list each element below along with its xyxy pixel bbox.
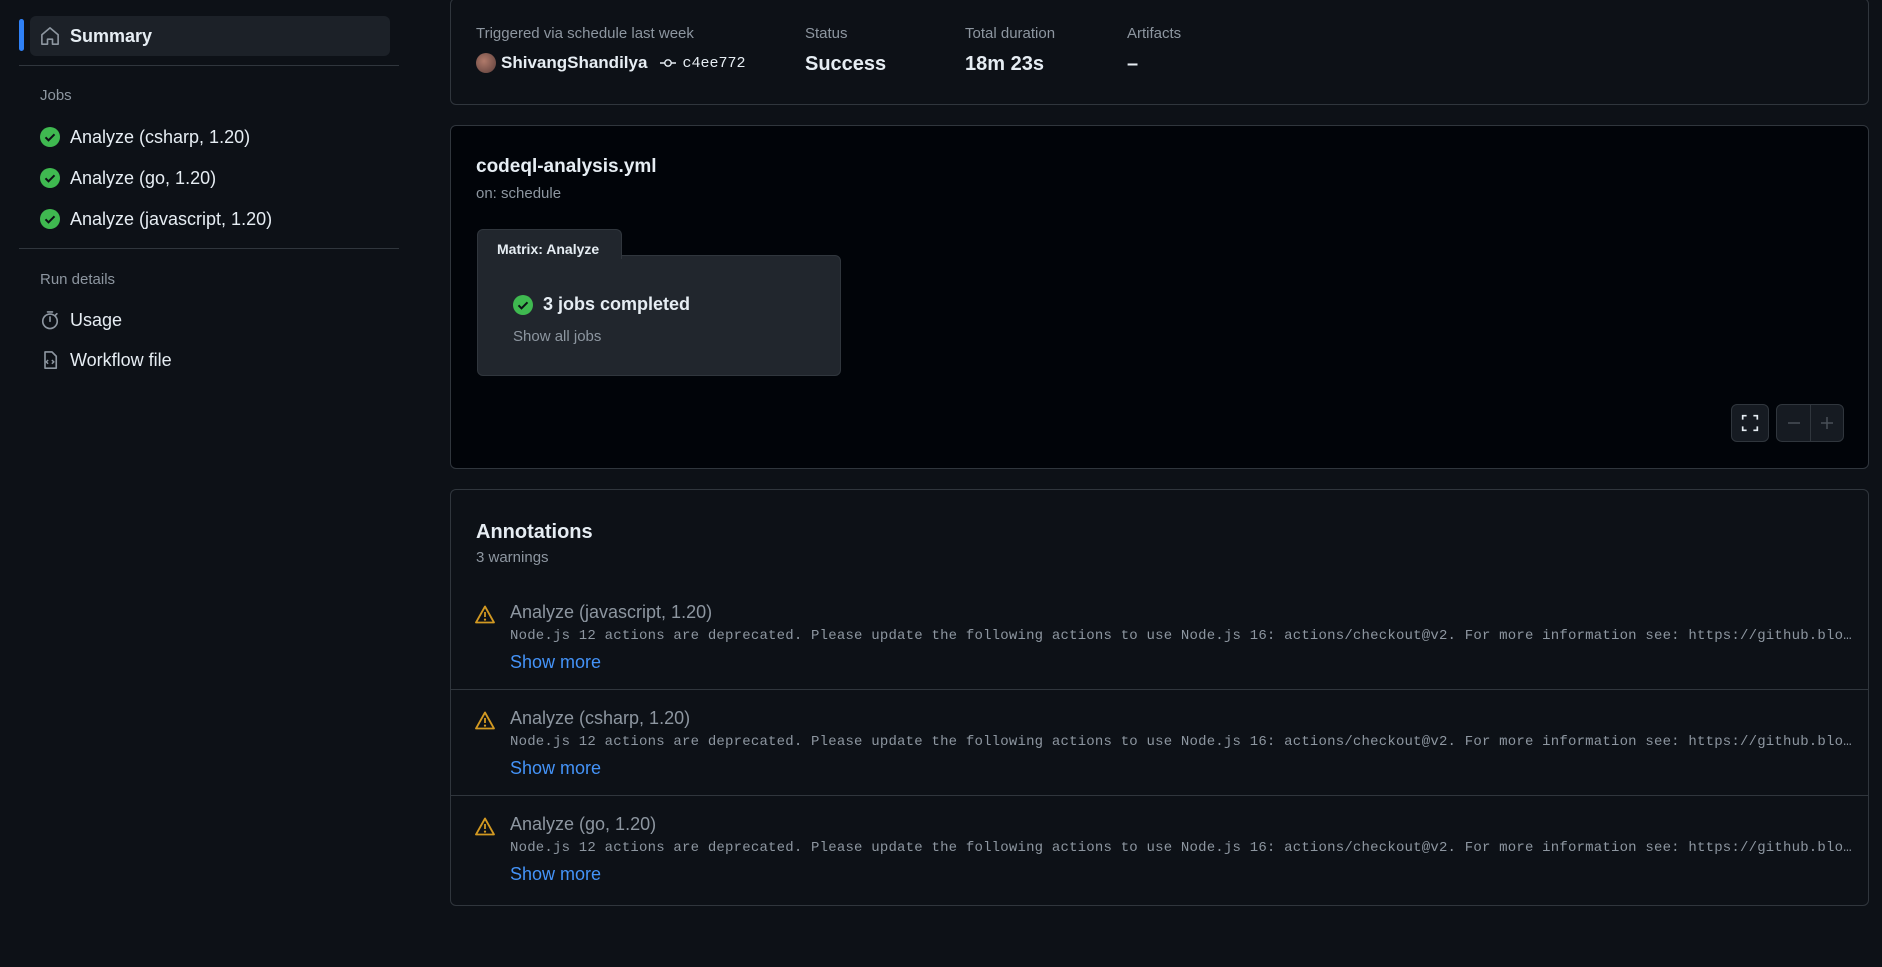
annotations-card: Annotations 3 warnings Analyze (javascri… — [450, 489, 1869, 906]
home-icon — [30, 26, 70, 46]
minus-icon — [1787, 422, 1800, 424]
divider — [19, 65, 399, 66]
show-more-link[interactable]: Show more — [510, 864, 601, 885]
artifacts-label: Artifacts — [1127, 25, 1182, 42]
annotation-job[interactable]: Analyze (csharp, 1.20) — [510, 708, 690, 729]
annotation-message: Node.js 12 actions are deprecated. Pleas… — [510, 734, 1858, 750]
fullscreen-button[interactable] — [1731, 404, 1769, 442]
sidebar: Summary Jobs Analyze (csharp, 1.20) Anal… — [0, 0, 400, 967]
divider — [19, 248, 399, 249]
workflow-file-name[interactable]: codeql-analysis.yml — [476, 156, 657, 178]
plus-icon — [1820, 417, 1833, 429]
alert-icon — [475, 817, 495, 841]
avatar[interactable] — [476, 53, 496, 73]
sidebar-item-label: Workflow file — [70, 349, 172, 370]
alert-icon — [475, 711, 495, 735]
zoom-out-button[interactable] — [1777, 415, 1810, 431]
fullscreen-icon — [1741, 414, 1759, 432]
check-circle-icon — [513, 294, 533, 315]
sidebar-item-workflow-file[interactable]: Workflow file — [30, 340, 390, 380]
status-label: Status — [805, 25, 848, 42]
annotations-count: 3 warnings — [476, 549, 549, 566]
annotation-item: Analyze (javascript, 1.20) Node.js 12 ac… — [451, 602, 1868, 708]
check-circle-icon — [30, 168, 70, 188]
matrix-tab[interactable]: Matrix: Analyze — [477, 229, 622, 259]
divider — [451, 689, 1868, 690]
git-commit-icon — [659, 56, 677, 70]
alert-icon — [475, 605, 495, 629]
artifacts-value: – — [1127, 53, 1139, 75]
annotation-job[interactable]: Analyze (go, 1.20) — [510, 814, 656, 835]
annotation-item: Analyze (csharp, 1.20) Node.js 12 action… — [451, 708, 1868, 814]
jobs-completed-row: 3 jobs completed — [513, 294, 690, 315]
workflow-trigger: on: schedule — [476, 185, 562, 202]
sidebar-item-label: Summary — [70, 25, 153, 46]
run-summary-card: Triggered via schedule last week Shivang… — [450, 0, 1869, 105]
zoom-controls — [1776, 404, 1844, 442]
jobs-heading: Jobs — [40, 87, 72, 104]
stopwatch-icon — [30, 310, 70, 330]
status-value: Success — [805, 53, 887, 75]
commit-sha[interactable]: c4ee772 — [682, 55, 745, 72]
actor-row: ShivangShandilya c4ee772 — [476, 53, 745, 73]
divider — [451, 795, 1868, 796]
sidebar-item-job-javascript[interactable]: Analyze (javascript, 1.20) — [30, 199, 390, 239]
sidebar-item-job-csharp[interactable]: Analyze (csharp, 1.20) — [30, 117, 390, 157]
show-more-link[interactable]: Show more — [510, 758, 601, 779]
show-all-jobs-link[interactable]: Show all jobs — [513, 328, 601, 345]
sidebar-item-label: Analyze (javascript, 1.20) — [70, 208, 273, 229]
actor-link[interactable]: ShivangShandilya — [501, 53, 647, 73]
zoom-in-button[interactable] — [1811, 415, 1843, 431]
annotation-item: Analyze (go, 1.20) Node.js 12 actions ar… — [451, 814, 1868, 920]
show-more-link[interactable]: Show more — [510, 652, 601, 673]
check-circle-icon — [30, 209, 70, 229]
sidebar-item-summary[interactable]: Summary — [30, 16, 390, 56]
annotation-message: Node.js 12 actions are deprecated. Pleas… — [510, 628, 1858, 644]
annotations-title: Annotations — [476, 521, 593, 543]
sidebar-item-job-go[interactable]: Analyze (go, 1.20) — [30, 158, 390, 198]
duration-value[interactable]: 18m 23s — [965, 53, 1044, 76]
workflow-graph-card: codeql-analysis.yml on: schedule 3 jobs … — [450, 125, 1869, 469]
sidebar-item-usage[interactable]: Usage — [30, 300, 390, 340]
run-details-heading: Run details — [40, 271, 116, 288]
sidebar-item-label: Usage — [70, 309, 123, 330]
sidebar-item-label: Analyze (csharp, 1.20) — [70, 126, 251, 147]
check-circle-icon — [30, 127, 70, 147]
file-code-icon — [30, 350, 70, 370]
trigger-label: Triggered via schedule last week — [476, 25, 694, 42]
matrix-job-card[interactable]: 3 jobs completed Show all jobs — [477, 255, 841, 376]
jobs-completed-text: 3 jobs completed — [543, 294, 691, 314]
annotation-message: Node.js 12 actions are deprecated. Pleas… — [510, 840, 1858, 856]
active-indicator — [19, 19, 24, 51]
duration-label: Total duration — [965, 25, 1056, 42]
annotation-job[interactable]: Analyze (javascript, 1.20) — [510, 602, 712, 623]
sidebar-item-label: Analyze (go, 1.20) — [70, 167, 217, 188]
